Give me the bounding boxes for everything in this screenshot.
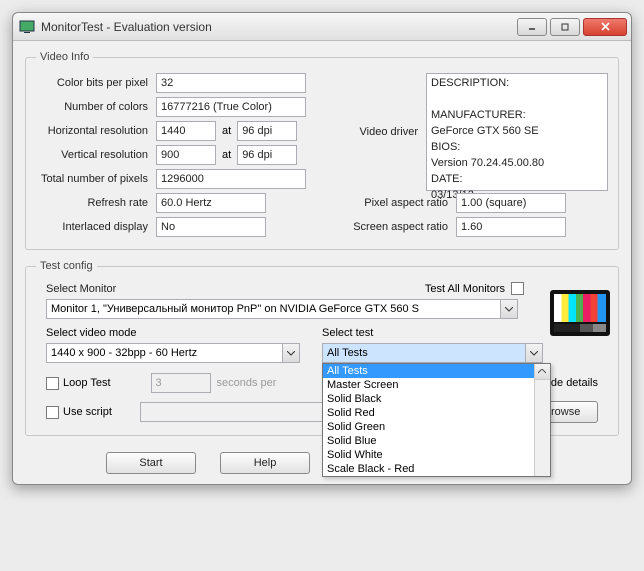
total-pixels-field[interactable]: 1296000: [156, 169, 306, 189]
mode-details-partial: ode details: [545, 377, 598, 389]
video-info-legend: Video Info: [36, 51, 93, 63]
test-option[interactable]: Solid White: [323, 448, 534, 462]
num-colors-field[interactable]: 16777216 (True Color): [156, 97, 306, 117]
minimize-icon: [528, 23, 536, 31]
test-pattern-image: [550, 290, 610, 336]
chevron-down-icon: [500, 300, 517, 318]
vres-label: Vertical resolution: [36, 149, 156, 161]
hdpi-field[interactable]: 96 dpi: [237, 121, 297, 141]
use-script-checkbox[interactable]: [46, 406, 59, 419]
vres-field[interactable]: 900: [156, 145, 216, 165]
total-pixels-label: Total number of pixels: [36, 173, 156, 185]
driver-label: Video driver: [346, 126, 426, 138]
test-all-label: Test All Monitors: [425, 283, 505, 295]
video-mode-label: Select video mode: [46, 327, 137, 339]
test-option[interactable]: Scale Black - Red: [323, 462, 534, 476]
test-config-legend: Test config: [36, 260, 97, 272]
loop-suffix-label: seconds per: [217, 377, 277, 389]
chevron-down-icon: [282, 344, 299, 362]
select-test-value: All Tests: [327, 347, 368, 359]
sar-label: Screen aspect ratio: [346, 221, 456, 233]
interlaced-field[interactable]: No: [156, 217, 266, 237]
loop-test-checkbox[interactable]: [46, 377, 59, 390]
minimize-button[interactable]: [517, 18, 547, 36]
start-button[interactable]: Start: [106, 452, 196, 474]
scrollbar[interactable]: [534, 364, 550, 476]
num-colors-label: Number of colors: [36, 101, 156, 113]
at-label: at: [222, 125, 231, 137]
titlebar[interactable]: MonitorTest - Evaluation version: [13, 13, 631, 41]
use-script-label: Use script: [63, 406, 112, 418]
monitor-select[interactable]: Monitor 1, "Универсальный монитор PnP" o…: [46, 299, 518, 319]
app-window: MonitorTest - Evaluation version Video I…: [12, 12, 632, 485]
video-info-group: Video Info Color bits per pixel32 Number…: [25, 51, 619, 250]
hres-field[interactable]: 1440: [156, 121, 216, 141]
test-option[interactable]: Solid Black: [323, 392, 534, 406]
select-test-dropdown[interactable]: All TestsMaster ScreenSolid BlackSolid R…: [322, 363, 551, 477]
select-monitor-label: Select Monitor: [36, 283, 236, 295]
maximize-button[interactable]: [550, 18, 580, 36]
vdpi-field[interactable]: 96 dpi: [237, 145, 297, 165]
loop-test-label: Loop Test: [63, 377, 111, 389]
video-mode-select[interactable]: 1440 x 900 - 32bpp - 60 Hertz: [46, 343, 300, 363]
video-mode-value: 1440 x 900 - 32bpp - 60 Hertz: [51, 347, 197, 359]
select-test-select[interactable]: All Tests: [322, 343, 543, 363]
test-option[interactable]: Solid Red: [323, 406, 534, 420]
color-bits-field[interactable]: 32: [156, 73, 306, 93]
loop-seconds-field[interactable]: 3: [151, 373, 211, 393]
driver-field[interactable]: DESCRIPTION: MANUFACTURER: GeForce GTX 5…: [426, 73, 608, 191]
test-option[interactable]: Master Screen: [323, 378, 534, 392]
scroll-up-icon[interactable]: [535, 364, 550, 380]
test-all-checkbox[interactable]: [511, 282, 524, 295]
color-bits-label: Color bits per pixel: [36, 77, 156, 89]
app-icon: [19, 19, 35, 35]
close-button[interactable]: [583, 18, 627, 36]
par-label: Pixel aspect ratio: [346, 197, 456, 209]
select-test-label: Select test: [322, 327, 373, 339]
test-option[interactable]: Solid Green: [323, 420, 534, 434]
hres-label: Horizontal resolution: [36, 125, 156, 137]
monitor-select-value: Monitor 1, "Универсальный монитор PnP" o…: [51, 303, 419, 315]
test-config-group: Test config Select Monitor Test All Moni…: [25, 260, 619, 436]
close-icon: [601, 22, 610, 31]
maximize-icon: [561, 23, 569, 31]
interlaced-label: Interlaced display: [36, 221, 156, 233]
sar-field[interactable]: 1.60: [456, 217, 566, 237]
test-option[interactable]: All Tests: [323, 364, 534, 378]
chevron-down-icon: [525, 344, 542, 362]
test-option[interactable]: Solid Blue: [323, 434, 534, 448]
refresh-label: Refresh rate: [36, 197, 156, 209]
help-button[interactable]: Help: [220, 452, 310, 474]
par-field[interactable]: 1.00 (square): [456, 193, 566, 213]
at-label-2: at: [222, 149, 231, 161]
refresh-field[interactable]: 60.0 Hertz: [156, 193, 266, 213]
window-title: MonitorTest - Evaluation version: [41, 20, 514, 34]
